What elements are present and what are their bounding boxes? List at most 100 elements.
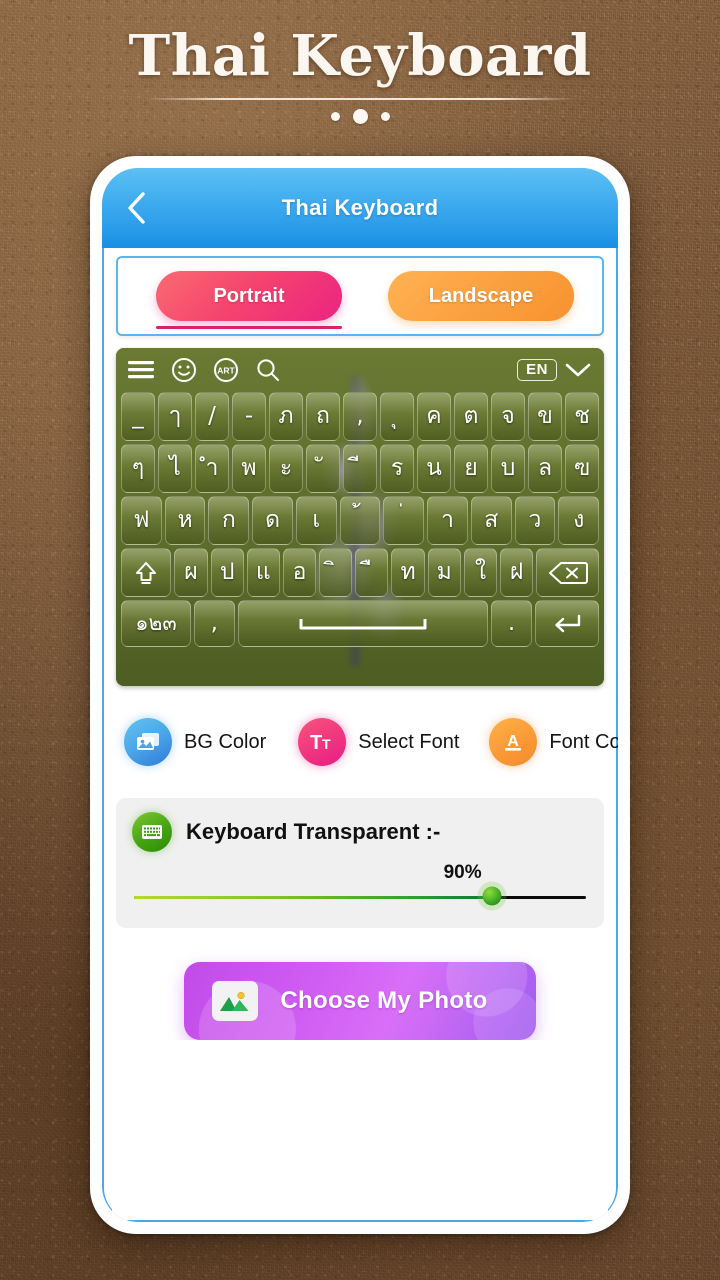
key[interactable]: ฝ	[500, 548, 534, 597]
period-key[interactable]: .	[491, 600, 532, 647]
key[interactable]: ย	[454, 444, 488, 493]
key[interactable]: ,	[343, 392, 377, 441]
choose-photo-area: Choose My Photo	[112, 962, 608, 1040]
transparency-slider[interactable]: 90%	[132, 862, 588, 910]
choose-my-photo-button[interactable]: Choose My Photo	[184, 962, 536, 1040]
key[interactable]: ห	[164, 496, 206, 545]
slider-thumb[interactable]	[482, 886, 502, 906]
key[interactable]: ต	[454, 392, 488, 441]
back-button[interactable]	[116, 188, 156, 228]
key[interactable]: ใ	[463, 548, 498, 597]
phone-frame: Thai Keyboard Portrait Landscape ART EN …	[90, 156, 630, 1234]
bg-color-option[interactable]: BG Color	[124, 718, 266, 766]
key[interactable]: ภ	[269, 392, 303, 441]
key[interactable]: ิ	[319, 548, 353, 597]
comma-key[interactable]: ,	[193, 600, 235, 647]
key[interactable]: ป	[210, 548, 244, 597]
keyboard-row-5: ๑๒๓ , .	[119, 600, 601, 647]
numbers-key[interactable]: ๑๒๓	[121, 600, 191, 647]
key[interactable]: ฃ	[565, 444, 599, 493]
content-area: Portrait Landscape ART EN _ ๅ / - ภ ถ , …	[102, 248, 618, 1222]
keyboard-icon	[132, 812, 172, 852]
key[interactable]: ะ	[269, 444, 303, 493]
key[interactable]: ไ	[158, 444, 192, 493]
keyboard-preview: ART EN _ ๅ / - ภ ถ , ค ต จ ข ช ๆ ไ ำ พ ะ…	[116, 348, 604, 686]
key[interactable]: ส	[470, 496, 512, 545]
image-icon	[124, 718, 172, 766]
banner-dot-3	[380, 111, 390, 121]
enter-key[interactable]	[534, 600, 600, 647]
slider-fill	[134, 896, 492, 899]
menu-icon[interactable]	[127, 360, 155, 380]
tab-portrait[interactable]: Portrait	[156, 271, 342, 321]
key[interactable]: ก	[208, 496, 250, 545]
backspace-key[interactable]	[536, 548, 600, 597]
key[interactable]: า	[427, 496, 468, 545]
tab-landscape[interactable]: Landscape	[388, 271, 574, 321]
key[interactable]: ี	[343, 444, 377, 493]
keyboard-row-4: ผ ป แ อ ิ ื ท ม ใ ฝ	[119, 548, 601, 597]
key[interactable]: น	[417, 444, 451, 493]
key[interactable]: พ	[232, 444, 266, 493]
slider-track[interactable]	[134, 896, 586, 899]
key[interactable]: ๆ	[121, 444, 155, 493]
key[interactable]: ฟ	[121, 496, 162, 545]
chevron-down-icon[interactable]	[563, 360, 593, 380]
language-badge[interactable]: EN	[517, 359, 557, 381]
key[interactable]: /	[195, 392, 229, 441]
shift-key[interactable]	[121, 548, 172, 597]
key[interactable]: ำ	[195, 444, 229, 493]
key[interactable]: ล	[528, 444, 562, 493]
keyboard-row-3: ฟ ห ก ด เ ้ ่ า ส ว ง	[119, 496, 601, 545]
app-header: Thai Keyboard	[102, 168, 618, 248]
phone-screen: Thai Keyboard Portrait Landscape ART EN …	[102, 168, 618, 1222]
search-icon[interactable]	[255, 357, 281, 383]
key[interactable]: ง	[558, 496, 600, 545]
key[interactable]: จ	[491, 392, 525, 441]
key[interactable]: อ	[282, 548, 317, 597]
key[interactable]: -	[232, 392, 266, 441]
keyboard-language-group: EN	[517, 359, 593, 381]
key[interactable]: ร	[380, 444, 414, 493]
key[interactable]: ว	[514, 496, 556, 545]
key[interactable]: แ	[246, 548, 280, 597]
key[interactable]: ม	[427, 548, 461, 597]
key[interactable]: ข	[528, 392, 562, 441]
key[interactable]: ท	[391, 548, 425, 597]
key[interactable]: ุ	[380, 392, 414, 441]
key[interactable]: ๅ	[158, 392, 192, 441]
key[interactable]: ถ	[306, 392, 340, 441]
art-icon[interactable]: ART	[213, 357, 239, 383]
screen-filler	[112, 1040, 608, 1220]
font-color-icon: A	[489, 718, 538, 766]
transparency-value: 90%	[443, 862, 482, 883]
keyboard-row-1: _ ๅ / - ภ ถ , ุ ค ต จ ข ช	[119, 392, 601, 441]
select-font-option[interactable]: T T Select Font	[298, 718, 459, 766]
key[interactable]: ผ	[174, 548, 208, 597]
key[interactable]: ด	[252, 496, 293, 545]
key[interactable]: ่	[383, 496, 425, 545]
key[interactable]: เ	[295, 496, 337, 545]
space-bar-icon	[299, 618, 427, 629]
font-color-label: Font Color	[549, 730, 618, 753]
key[interactable]: ื	[355, 548, 389, 597]
emoji-icon[interactable]	[171, 357, 197, 383]
text-size-icon: T T	[298, 718, 347, 766]
key[interactable]: ค	[417, 392, 451, 441]
photo-icon	[212, 981, 258, 1021]
banner-divider	[145, 97, 575, 100]
key[interactable]: บ	[491, 444, 525, 493]
space-key[interactable]	[237, 600, 489, 647]
transparency-card: Keyboard Transparent :- 90%	[116, 798, 604, 928]
key[interactable]: _	[121, 392, 155, 441]
mode-tabs: Portrait Landscape	[116, 256, 604, 336]
font-color-option[interactable]: A Font Color	[489, 718, 618, 766]
transparency-label: Keyboard Transparent :-	[186, 819, 441, 844]
shift-icon	[136, 561, 157, 584]
key[interactable]: ั	[306, 444, 340, 493]
banner-dots	[0, 108, 720, 124]
svg-text:ART: ART	[217, 366, 235, 376]
choose-photo-label: Choose My Photo	[280, 987, 488, 1014]
key[interactable]: ช	[565, 392, 599, 441]
key[interactable]: ้	[339, 496, 381, 545]
